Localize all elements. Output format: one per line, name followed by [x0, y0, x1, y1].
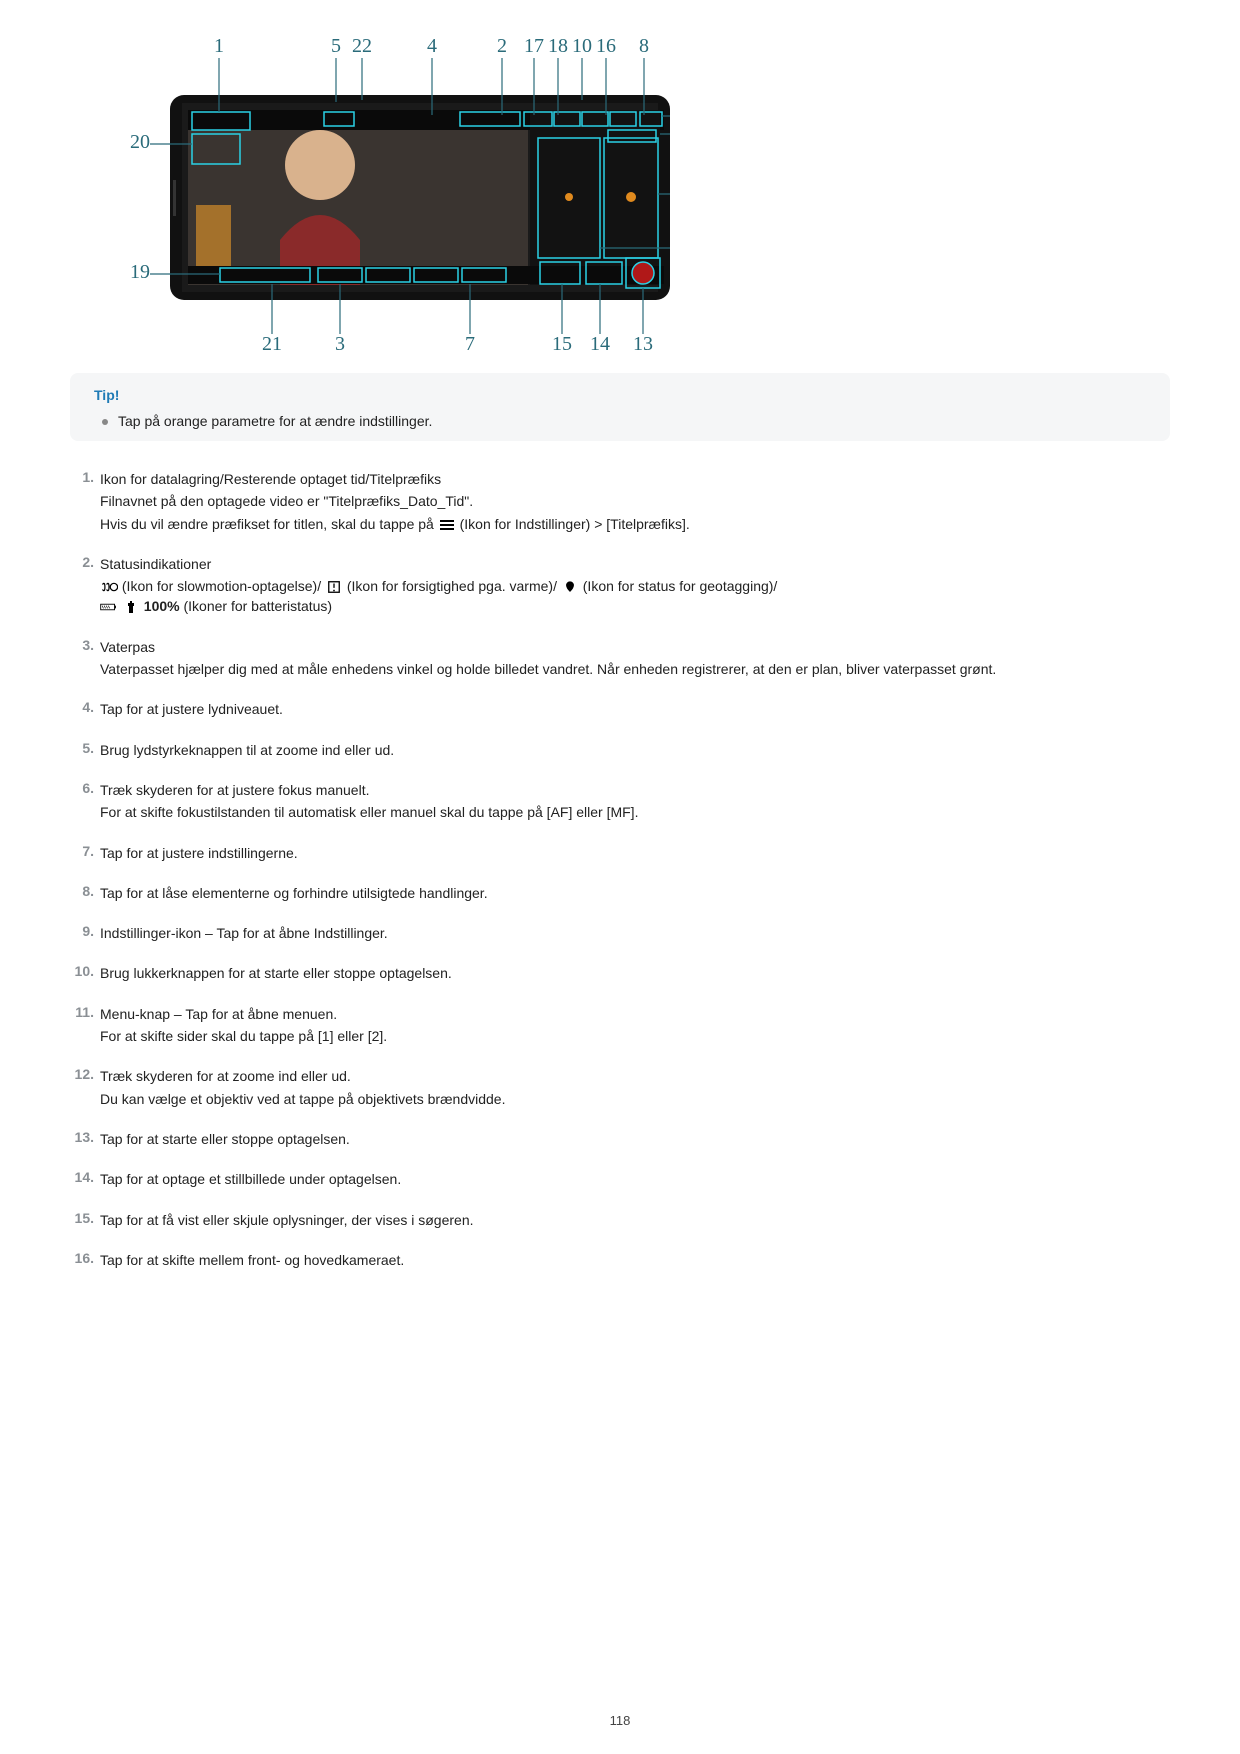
callout-13: 13 [633, 333, 653, 355]
callout-16: 16 [596, 35, 616, 57]
list-item: Indstillinger-ikon – Tap for at åbne Ind… [70, 923, 1170, 943]
page-number: 118 [0, 1713, 1240, 1728]
list-item: Ikon for datalagring/Resterende optaget … [70, 469, 1170, 534]
item-title: Statusindikationer [100, 554, 1170, 574]
item-title: Tap for at låse elementerne og forhindre… [100, 883, 1170, 903]
slowmotion-icon [100, 580, 118, 594]
tip-box: Tip! Tap på orange parametre for at ændr… [70, 373, 1170, 441]
callout-4: 4 [427, 35, 437, 57]
list-item: Statusindikationer (Ikon for slowmotion-… [70, 554, 1170, 617]
geotag-icon [561, 580, 579, 594]
item-body: Hvis du vil ændre præfikset for titlen, … [100, 514, 1170, 534]
callout-22: 22 [352, 35, 372, 57]
tip-title: Tip! [94, 387, 1146, 403]
callout-14: 14 [590, 333, 610, 355]
phone-diagram-svg: 1 5 22 4 2 17 18 10 16 8 [110, 30, 670, 360]
item-body: For at skifte sider skal du tappe på [1]… [100, 1026, 1170, 1046]
list-item: Tap for at optage et stillbillede under … [70, 1169, 1170, 1189]
callout-2: 2 [497, 35, 507, 57]
item-title: Træk skyderen for at justere fokus manue… [100, 780, 1170, 800]
hamburger-menu-icon [438, 518, 456, 532]
callout-3: 3 [335, 333, 345, 355]
legend-list: Ikon for datalagring/Resterende optaget … [70, 469, 1170, 1270]
item-title: Ikon for datalagring/Resterende optaget … [100, 469, 1170, 489]
list-item: Tap for at skifte mellem front- og hoved… [70, 1250, 1170, 1270]
list-item: Vaterpas Vaterpasset hjælper dig med at … [70, 637, 1170, 680]
item-title: Tap for at optage et stillbillede under … [100, 1169, 1170, 1189]
callout-8: 8 [639, 35, 649, 57]
callout-18: 18 [548, 35, 568, 57]
item-body: Du kan vælge et objektiv ved at tappe på… [100, 1089, 1170, 1109]
item-title: Tap for at starte eller stoppe optagelse… [100, 1129, 1170, 1149]
battery-level-icon [100, 600, 118, 614]
item-title: Indstillinger-ikon – Tap for at åbne Ind… [100, 923, 1170, 943]
item-title: Tap for at justere indstillingerne. [100, 843, 1170, 863]
item-title: Tap for at justere lydniveauet. [100, 699, 1170, 719]
callout-1: 1 [214, 35, 224, 57]
callout-19: 19 [130, 261, 150, 283]
item-title: Tap for at få vist eller skjule oplysnin… [100, 1210, 1170, 1230]
list-item: Brug lukkerknappen for at starte eller s… [70, 963, 1170, 983]
tip-line: Tap på orange parametre for at ændre ind… [102, 413, 1146, 429]
item-title: Træk skyderen for at zoome ind eller ud. [100, 1066, 1170, 1086]
list-item: Tap for at starte eller stoppe optagelse… [70, 1129, 1170, 1149]
list-item: Tap for at låse elementerne og forhindre… [70, 883, 1170, 903]
item-title: Vaterpas [100, 637, 1170, 657]
item-title: Menu-knap – Tap for at åbne menuen. [100, 1004, 1170, 1024]
item-title: Brug lydstyrkeknappen til at zoome ind e… [100, 740, 1170, 760]
list-item: Træk skyderen for at justere fokus manue… [70, 780, 1170, 823]
callout-17: 17 [524, 35, 544, 57]
list-item: Træk skyderen for at zoome ind eller ud.… [70, 1066, 1170, 1109]
list-item: Tap for at justere indstillingerne. [70, 843, 1170, 863]
callout-20: 20 [130, 131, 150, 153]
item-body: Vaterpasset hjælper dig med at måle enhe… [100, 659, 1170, 679]
item-body: Filnavnet på den optagede video er "Tite… [100, 491, 1170, 511]
list-item: Tap for at få vist eller skjule oplysnin… [70, 1210, 1170, 1230]
charging-icon [122, 600, 140, 614]
item-body: For at skifte fokustilstanden til automa… [100, 802, 1170, 822]
annotated-screenshot: 1 5 22 4 2 17 18 10 16 8 [110, 30, 670, 363]
heat-caution-icon [325, 580, 343, 594]
item-title: Brug lukkerknappen for at starte eller s… [100, 963, 1170, 983]
item-body: (Ikon for slowmotion-optagelse)/ (Ikon f… [100, 576, 1170, 617]
callout-10: 10 [572, 35, 592, 57]
list-item: Menu-knap – Tap for at åbne menuen. For … [70, 1004, 1170, 1047]
list-item: Brug lydstyrkeknappen til at zoome ind e… [70, 740, 1170, 760]
callout-5: 5 [331, 35, 341, 57]
callout-7: 7 [465, 333, 475, 355]
callout-21: 21 [262, 333, 282, 355]
callout-15: 15 [552, 333, 572, 355]
item-title: Tap for at skifte mellem front- og hoved… [100, 1250, 1170, 1270]
list-item: Tap for at justere lydniveauet. [70, 699, 1170, 719]
